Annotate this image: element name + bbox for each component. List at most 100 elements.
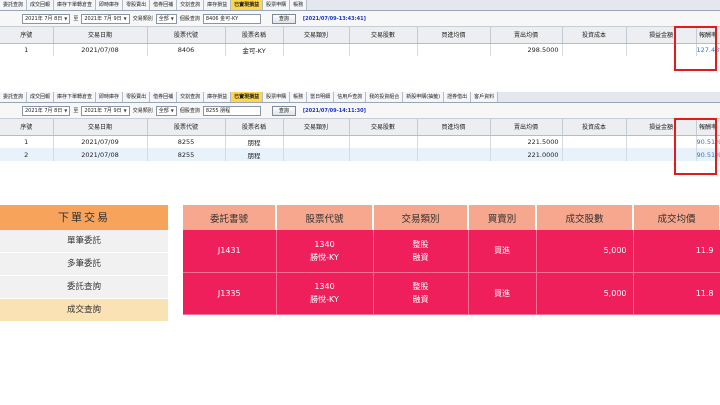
date-to-picker[interactable]: 2021年 7月 9日 ▼	[81, 105, 130, 116]
tab-item[interactable]: 零股賣出	[123, 92, 151, 102]
stock-query-input[interactable]: 8406 金可-KY	[202, 13, 261, 24]
stock-query-input[interactable]: 8255 朋程	[202, 105, 261, 116]
table-row[interactable]: 12021/07/088406金可-KY298.5000127.48%	[0, 43, 720, 56]
tab-item[interactable]: 股票申購	[263, 0, 291, 10]
chevron-down-icon: ▼	[123, 107, 127, 113]
column-header[interactable]: 投資成本	[562, 27, 627, 44]
column-header[interactable]: 序號	[0, 119, 54, 136]
pnl-table: 序號 交易日期 股票代號 股票名稱 交易類別 交易股數 買進均價 賣出均價 投資成本 損益金額 報酬…	[0, 119, 720, 161]
column-header: 委託書號	[183, 205, 277, 230]
tab-item[interactable]: 我的投資組合	[366, 92, 404, 102]
column-header[interactable]: 股票代號	[147, 27, 226, 44]
table-cell	[283, 43, 350, 56]
table-cell	[562, 148, 627, 161]
table-row[interactable]: 2 2021/07/08 8255 朋程 221.0000 90.51%	[0, 148, 720, 161]
column-header[interactable]: 交易類別	[283, 119, 350, 136]
tab-item[interactable]: 即時庫存	[96, 92, 124, 102]
stock-query-label: 個股查詢	[179, 16, 200, 22]
table-cell: 298.5000	[490, 43, 563, 56]
column-header[interactable]: 買進均價	[417, 27, 491, 44]
order-menu: 下單交易 單筆委託 多筆委託 委託查詢 成交查詢	[0, 205, 168, 322]
column-header[interactable]: 股票代號	[147, 119, 226, 136]
order-menu-item[interactable]: 成交查詢	[0, 299, 168, 322]
table-row[interactable]: J1431 1340 勝悅-KY 整股 融資 買進 5,000 11.9	[183, 230, 720, 273]
column-header[interactable]: 買進均價	[417, 119, 491, 136]
tab-item[interactable]: 庫存下單轉倉查	[54, 0, 97, 10]
column-header[interactable]: 序號	[0, 27, 54, 44]
realized-pnl-panel-1: 委託查詢 成交回報 庫存下單轉倉查 即時庫存 零股賣出 借券回補 交割查詢 庫存損益 已實現損益…	[0, 0, 720, 56]
function-tabs: 委託查詢 成交回報 庫存下單轉倉查 即時庫存 零股賣出 借券回補 交割查詢 庫存損益 已實現損益…	[0, 0, 720, 11]
date-from-picker[interactable]: 2021年 7月 8日 ▼	[22, 105, 71, 116]
cell-text: 5,000	[603, 288, 627, 298]
table-cell	[349, 135, 418, 148]
table-cell: 整股 融資	[373, 230, 469, 273]
cell-text: 買進	[494, 246, 510, 256]
table-cell	[283, 135, 350, 148]
tab-item[interactable]: 帳務	[290, 92, 308, 102]
tab-item[interactable]: 當日明細	[307, 92, 335, 102]
query-button[interactable]: 查詢	[271, 105, 296, 116]
column-header[interactable]: 交易日期	[53, 119, 148, 136]
tab-item[interactable]: 借券回補	[150, 0, 178, 10]
column-header[interactable]: 投資成本	[562, 119, 627, 136]
tab-item[interactable]: 證券借出	[444, 92, 472, 102]
date-to-picker[interactable]: 2021年 7月 9日 ▼	[81, 13, 130, 24]
table-cell	[562, 43, 627, 56]
column-header[interactable]: 賣出均價	[490, 119, 563, 136]
tab-item[interactable]: 成交回報	[27, 92, 55, 102]
query-timestamp: [2021/07/09-13:43:41]	[302, 15, 366, 22]
table-cell: 2021/07/08	[53, 148, 148, 161]
tab-item[interactable]: 庫存損益	[204, 0, 232, 10]
table-row[interactable]: 1 2021/07/09 8255 朋程 221.5000 90.51%	[0, 135, 720, 148]
query-filter-bar: 2021年 7月 8日 ▼ 至 2021年 7月 9日 ▼ 交易類別 全部 ▼ 個股查…	[0, 103, 720, 119]
table-cell: 整股 融資	[373, 272, 469, 315]
order-menu-item[interactable]: 多筆委託	[0, 253, 168, 276]
trade-type-select[interactable]: 全部 ▼	[155, 105, 177, 116]
return-rate-highlight-box	[674, 118, 717, 175]
tab-item[interactable]: 零股賣出	[123, 0, 151, 10]
tab-item[interactable]: 委託查詢	[0, 0, 28, 10]
tab-item[interactable]: 委託查詢	[0, 92, 28, 102]
function-tabs: 委託查詢 成交回報 庫存下單轉倉查 即時庫存 零股賣出 借券回補 交割查詢 庫存損益 已實現損益…	[0, 92, 720, 103]
tab-item[interactable]: 借券回補	[150, 92, 178, 102]
table-cell: 1340 勝悅-KY	[276, 230, 374, 273]
trade-type-select[interactable]: 全部 ▼	[155, 13, 177, 24]
tab-item[interactable]: 帳務	[290, 0, 308, 10]
tab-item[interactable]: 成交回報	[27, 0, 55, 10]
column-header[interactable]: 賣出均價	[490, 27, 563, 44]
tab-item[interactable]: 客戶資料	[471, 92, 499, 102]
tab-item[interactable]: 庫存下單轉倉查	[54, 92, 97, 102]
table-cell: 買進	[468, 230, 537, 273]
table-cell: 11.8	[633, 272, 720, 315]
table-cell: 8255	[147, 135, 226, 148]
tab-item[interactable]: 交割查詢	[177, 0, 205, 10]
date-to-label: 至	[73, 16, 79, 22]
column-header[interactable]: 交易日期	[53, 27, 148, 44]
tab-item[interactable]: 股票申購	[263, 92, 291, 102]
table-row[interactable]: J1335 1340 勝悅-KY 整股 融資 買進 5,000 11.8	[183, 272, 720, 315]
table-cell	[417, 148, 491, 161]
column-header: 成交股數	[536, 205, 634, 230]
tab-item[interactable]: 即時庫存	[96, 0, 124, 10]
tab-item[interactable]: 新股申購(抽籤)	[403, 92, 445, 102]
tab-item[interactable]: 信用戶查詢	[334, 92, 367, 102]
order-menu-item[interactable]: 委託查詢	[0, 276, 168, 299]
table-cell: 2	[0, 148, 54, 161]
chevron-down-icon: ▼	[64, 15, 68, 21]
tab-item[interactable]: 交割查詢	[177, 92, 205, 102]
tab-item[interactable]: 已實現損益	[231, 0, 264, 10]
column-header[interactable]: 股票名稱	[225, 27, 284, 44]
order-menu-item[interactable]: 單筆委託	[0, 230, 168, 253]
table-cell: 8255	[147, 148, 226, 161]
query-button[interactable]: 查詢	[271, 13, 296, 24]
column-header[interactable]: 股票名稱	[225, 119, 284, 136]
tab-item[interactable]: 已實現損益	[231, 92, 264, 102]
tab-item[interactable]: 庫存損益	[204, 92, 232, 102]
table-cell: 5,000	[536, 230, 634, 273]
realized-pnl-panel-2: 委託查詢 成交回報 庫存下單轉倉查 即時庫存 零股賣出 借券回補 交割查詢 庫存損益 已實現損益…	[0, 92, 720, 161]
column-header[interactable]: 交易類別	[283, 27, 350, 44]
cell-text: 11.8	[695, 288, 714, 298]
date-from-picker[interactable]: 2021年 7月 8日 ▼	[22, 13, 71, 24]
column-header[interactable]: 交易股數	[349, 119, 418, 136]
column-header[interactable]: 交易股數	[349, 27, 418, 44]
